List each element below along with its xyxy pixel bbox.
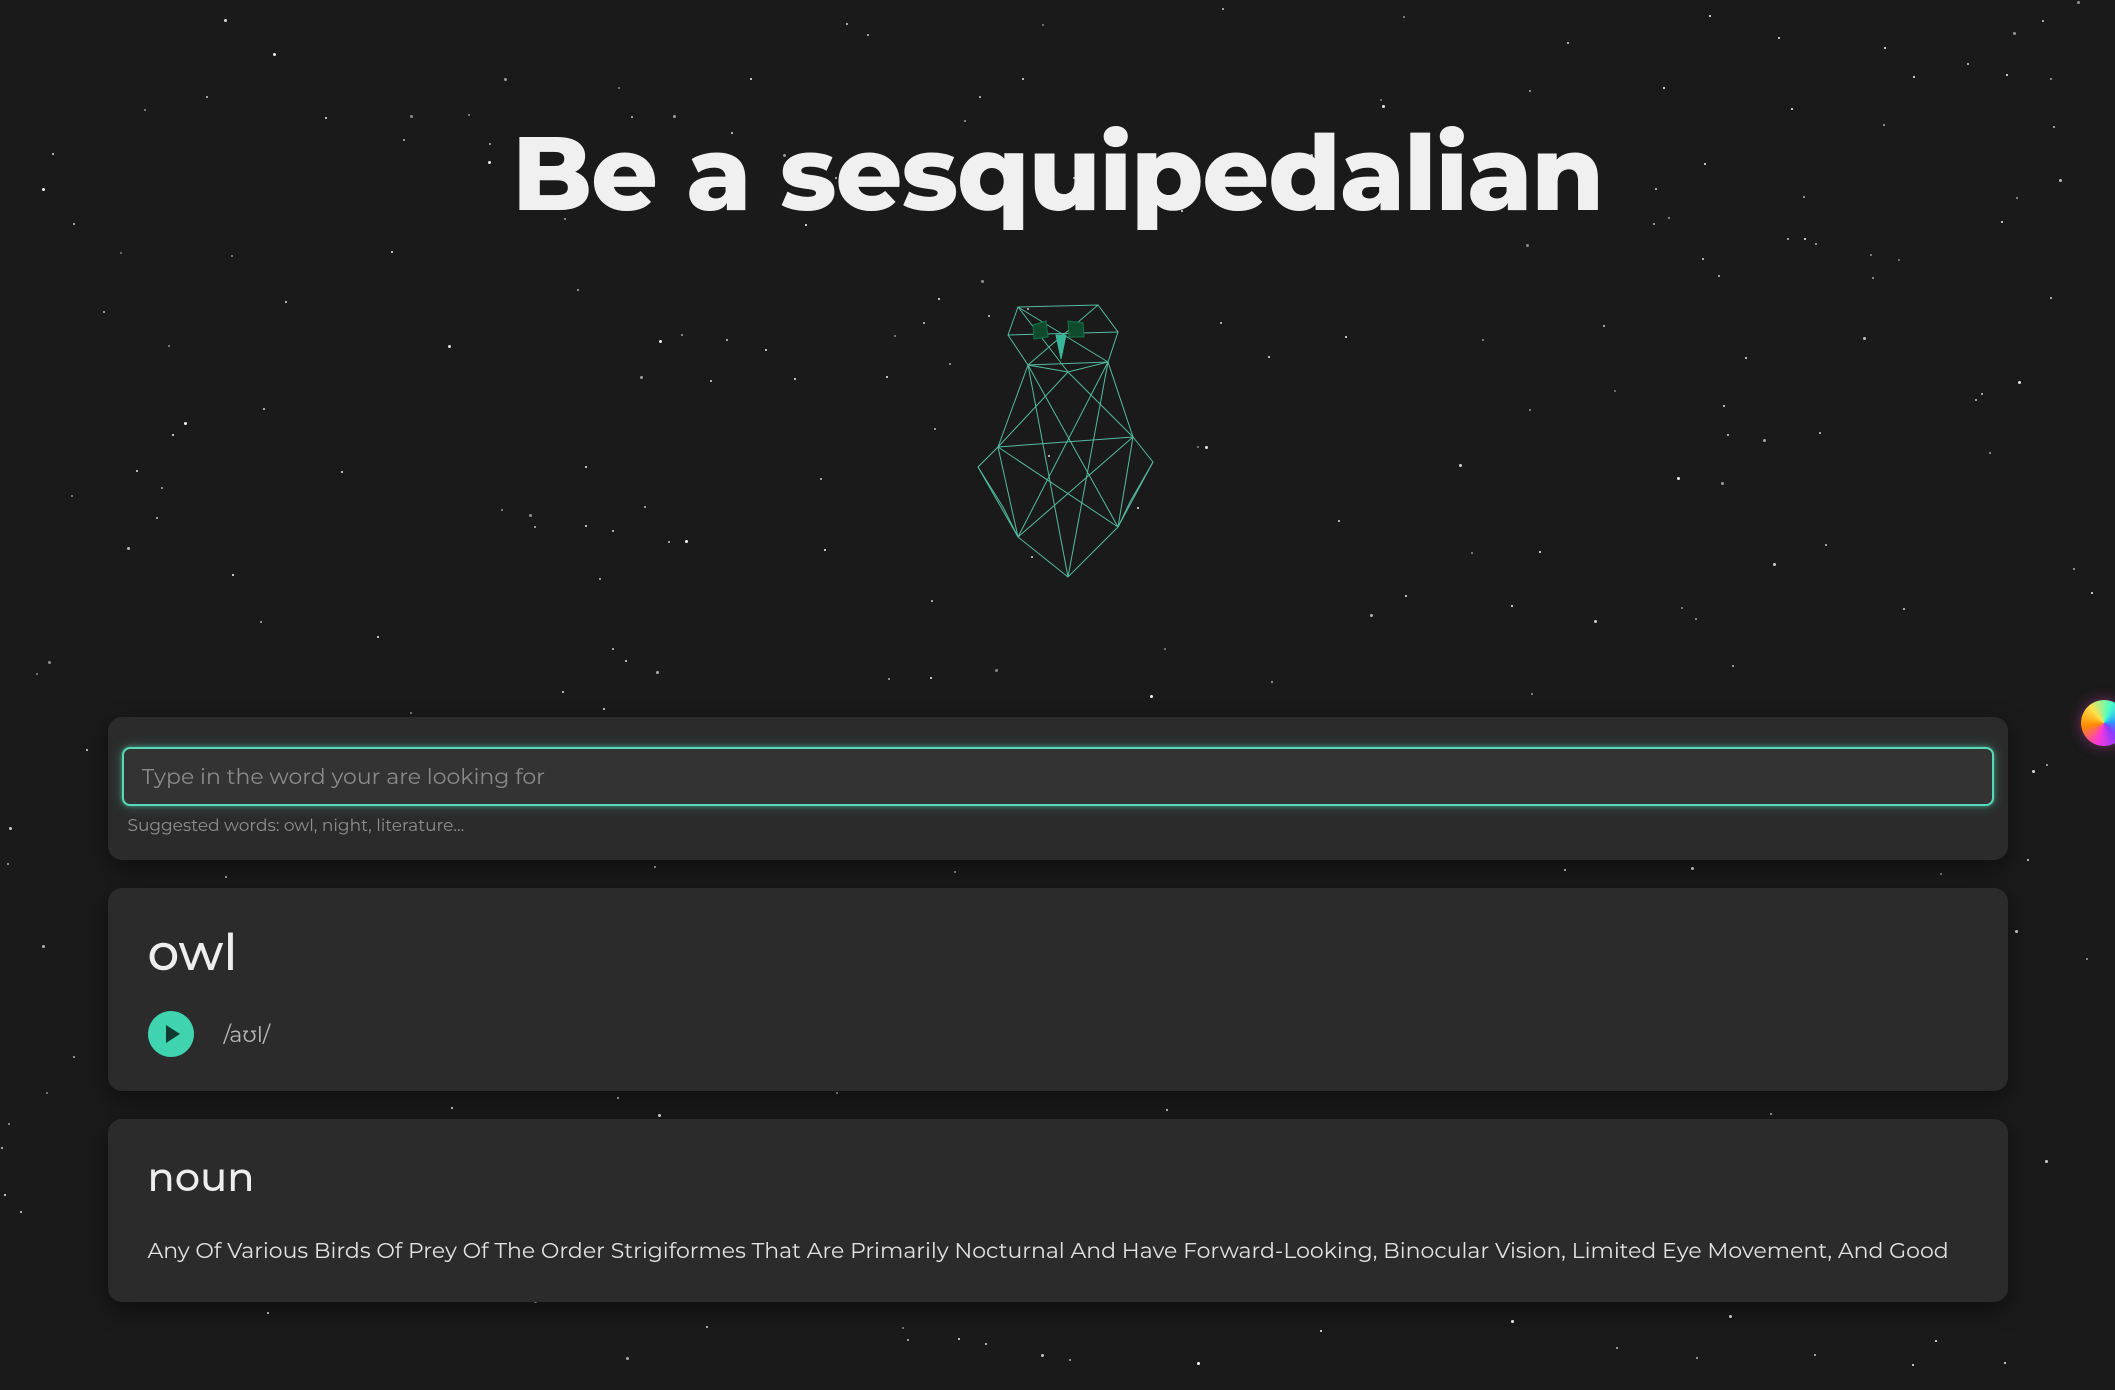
play-audio-button[interactable] <box>148 1011 194 1057</box>
phonetic-text: /aʊl/ <box>224 1021 271 1048</box>
search-input[interactable] <box>122 747 1994 806</box>
page-title: Be a sesquipedalian <box>0 110 2115 237</box>
owl-wireframe-icon <box>918 277 1198 597</box>
word-title: owl <box>148 922 1968 983</box>
definition-text: Any Of Various Birds Of Prey Of The Orde… <box>148 1234 1968 1268</box>
search-card: Suggested words: owl, night, literature.… <box>108 717 2008 860</box>
part-of-speech: noun <box>148 1153 1968 1202</box>
search-suggestions-text: Suggested words: owl, night, literature.… <box>122 816 1994 836</box>
play-icon <box>166 1025 180 1043</box>
definition-card: noun Any Of Various Birds Of Prey Of The… <box>108 1119 2008 1302</box>
pronunciation-row: /aʊl/ <box>148 1011 1968 1057</box>
word-header-card: owl /aʊl/ <box>108 888 2008 1091</box>
hero-illustration <box>0 277 2115 597</box>
